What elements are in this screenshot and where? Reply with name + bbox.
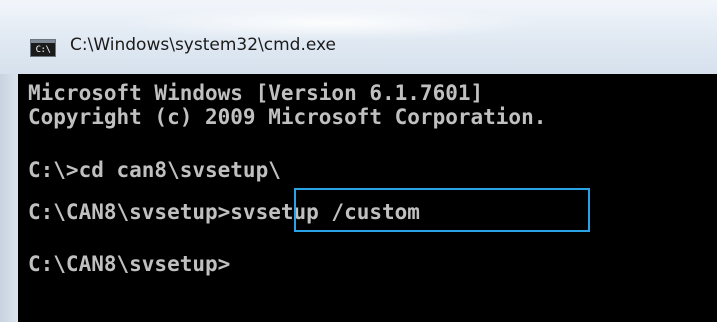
cmd-window: C:\ C:\Windows\system32\cmd.exe Microsof… bbox=[0, 0, 717, 322]
cmd-icon-bar bbox=[31, 40, 55, 43]
console-line-copyright: Copyright (c) 2009 Microsoft Corporation… bbox=[28, 105, 547, 129]
console-line-prompt[interactable]: C:\CAN8\svsetup> bbox=[28, 252, 230, 276]
cmd-icon[interactable]: C:\ bbox=[30, 39, 56, 57]
console-prompt-text: C:\CAN8\svsetup> bbox=[28, 252, 231, 276]
command-highlight-box bbox=[294, 188, 590, 232]
cmd-icon-glyph: C:\ bbox=[35, 44, 51, 55]
window-title: C:\Windows\system32\cmd.exe bbox=[70, 35, 337, 55]
title-bar[interactable]: C:\ C:\Windows\system32\cmd.exe bbox=[0, 0, 717, 74]
window-left-border bbox=[0, 74, 18, 322]
console-line-cd-command: C:\>cd can8\svsetup\ bbox=[28, 158, 281, 182]
console-output[interactable]: Microsoft Windows [Version 6.1.7601] Cop… bbox=[18, 74, 717, 322]
console-line-version: Microsoft Windows [Version 6.1.7601] bbox=[28, 81, 484, 105]
